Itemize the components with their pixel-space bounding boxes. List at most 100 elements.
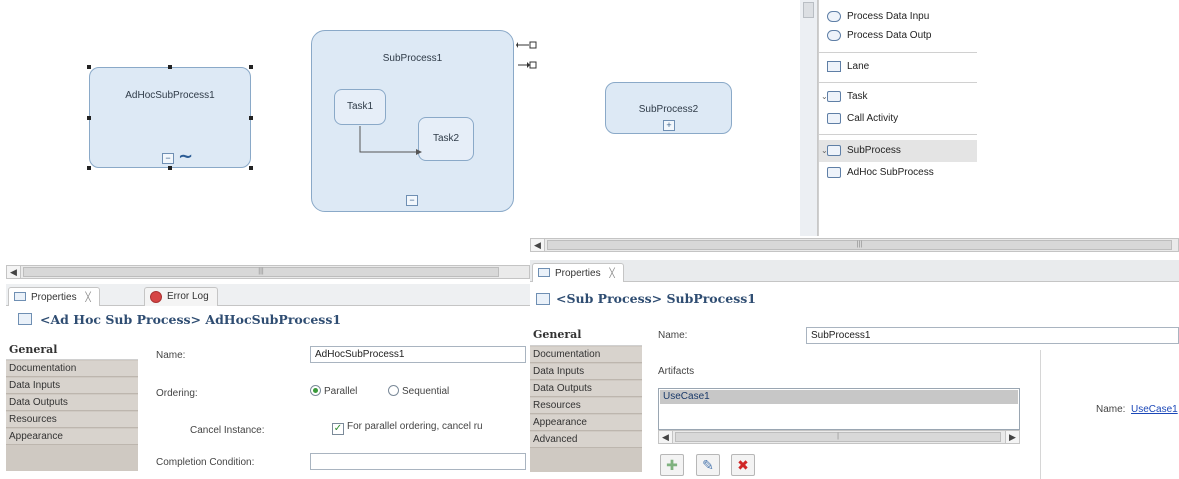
subprocess2-shape[interactable]: SubProcess2 + [605,82,732,134]
adhoc-subprocess-shape[interactable]: AdHocSubProcess1 − ∼ [89,67,251,168]
palette-item-label: Process Data Inpu [847,11,930,22]
artifacts-horizontal-scrollbar[interactable]: ◀ | ▶ [658,430,1020,444]
adhoc-subprocess-icon [827,167,841,178]
tab-properties[interactable]: Properties ╳ [532,263,624,282]
palette-item-lane[interactable]: Lane [819,56,977,78]
call-activity-icon [827,113,841,124]
ordering-parallel-radio[interactable]: Parallel [310,385,357,397]
palette-item-label: SubProcess [847,145,901,156]
collapse-button[interactable]: − [162,153,174,164]
selection-handle[interactable] [168,166,172,170]
artifacts-list[interactable]: UseCase1 [658,388,1020,430]
section-tab-data-outputs[interactable]: Data Outputs [6,395,138,411]
adhoc-subprocess-icon [18,313,32,325]
diagram-canvas[interactable]: AdHocSubProcess1 − ∼ SubProcess1 Task1 T… [0,0,800,240]
scroll-thumb[interactable]: ||| [547,240,1172,250]
name-field[interactable]: AdHocSubProcess1 [310,346,526,363]
close-icon[interactable]: ╳ [609,268,614,278]
scroll-right-icon[interactable]: ▶ [1005,431,1019,443]
selection-handle[interactable] [249,65,253,69]
section-tab-general[interactable]: General [6,340,138,360]
section-tab-data-inputs[interactable]: Data Inputs [6,378,138,394]
palette-item-label: AdHoc SubProcess [847,167,934,178]
scroll-left-icon[interactable]: ◀ [531,239,545,251]
completion-condition-label: Completion Condition: [156,457,255,468]
tab-properties[interactable]: Properties ╳ [8,287,100,306]
palette-item-call-activity[interactable]: Call Activity [819,108,977,130]
properties-icon [14,292,26,301]
selection-handle[interactable] [168,65,172,69]
palette-scroll-thumb[interactable] [803,2,814,18]
section-tab-resources[interactable]: Resources [6,412,138,428]
palette-scroll-gutter[interactable] [800,0,818,236]
subprocess2-label: SubProcess2 [638,104,699,115]
scroll-left-icon[interactable]: ◀ [7,266,21,278]
artifact-name-link[interactable]: UseCase1 [1131,404,1178,415]
expand-button[interactable]: + [663,120,675,131]
task-icon [827,91,841,102]
collapse-button[interactable]: − [406,195,418,206]
scroll-left-icon[interactable]: ◀ [659,431,673,443]
section-tab-documentation[interactable]: Documentation [6,361,138,377]
data-input-icon [827,11,841,22]
palette-item-subprocess[interactable]: ⌄ SubProcess [819,140,977,162]
subprocess-icon [827,145,841,156]
subprocess1-shape[interactable]: SubProcess1 Task1 Task2 − [311,30,514,212]
selection-handle[interactable] [87,65,91,69]
palette-divider [819,82,977,83]
ordering-sequential-radio[interactable]: Sequential [388,385,449,397]
canvas-horizontal-scrollbar[interactable]: ◀ ||| [6,265,530,279]
page-title: <Ad Hoc Sub Process> AdHocSubProcess1 [40,312,342,327]
palette-item-label: Lane [847,61,870,72]
tab-error-log[interactable]: Error Log [144,287,218,306]
section-tab-data-inputs[interactable]: Data Inputs [530,364,642,380]
cancel-instance-label: Cancel Instance: [190,425,265,436]
error-log-icon [150,291,162,303]
section-tab-advanced[interactable]: Advanced [530,432,642,448]
name-label: Name: [156,350,186,361]
parallel-label: Parallel [324,386,358,397]
selection-handle[interactable] [249,166,253,170]
palette-horizontal-scrollbar[interactable]: ◀ ||| [530,238,1179,252]
selection-handle[interactable] [249,116,253,120]
name-field[interactable]: SubProcess1 [806,327,1179,344]
list-item[interactable]: UseCase1 [660,390,1018,404]
palette-item-adhoc-subprocess[interactable]: AdHoc SubProcess [819,162,977,184]
sequence-flow-connector[interactable] [312,31,515,213]
checkmark-icon: ✓ [332,423,344,435]
section-tab-appearance[interactable]: Appearance [6,429,138,445]
cancel-check-label: For parallel ordering, cancel ru [347,421,483,432]
radio-selected-icon [310,385,321,396]
close-icon[interactable]: ╳ [85,292,90,302]
page-title: <Sub Process> SubProcess1 [556,291,756,306]
adhoc-marker-icon: ∼ [178,146,194,166]
section-tab-data-outputs[interactable]: Data Outputs [530,381,642,397]
palette-divider [819,52,977,53]
section-tab-general[interactable]: General [530,324,642,346]
connector-anchor-icon[interactable] [516,40,546,72]
details-divider [1040,350,1041,479]
scroll-thumb[interactable]: | [675,432,1001,442]
tab-label: Error Log [167,291,209,302]
section-tab-documentation[interactable]: Documentation [530,347,642,363]
remove-artifact-button[interactable]: ✖ [731,454,755,476]
scroll-thumb[interactable]: ||| [23,267,499,277]
properties-icon [538,268,550,277]
add-artifact-button[interactable]: ✚ [660,454,684,476]
selection-handle[interactable] [87,116,91,120]
data-output-icon [827,30,841,41]
edit-artifact-button[interactable]: ✎ [696,454,720,476]
subprocess-icon [536,293,550,305]
ordering-label: Ordering: [156,388,198,399]
artifact-name-label: Name: [1096,404,1126,415]
palette-item-label: Call Activity [847,113,899,124]
adhoc-subprocess-label: AdHocSubProcess1 [125,90,215,101]
name-label: Name: [658,330,688,341]
completion-condition-field[interactable] [310,453,526,470]
section-tab-appearance[interactable]: Appearance [530,415,642,431]
cancel-instance-checkbox[interactable]: ✓ For parallel ordering, cancel ru [332,421,483,435]
palette-item-data-output[interactable]: Process Data Outp [819,25,977,47]
selection-handle[interactable] [87,166,91,170]
palette-item-task[interactable]: ⌄ Task [819,86,977,108]
section-tab-resources[interactable]: Resources [530,398,642,414]
